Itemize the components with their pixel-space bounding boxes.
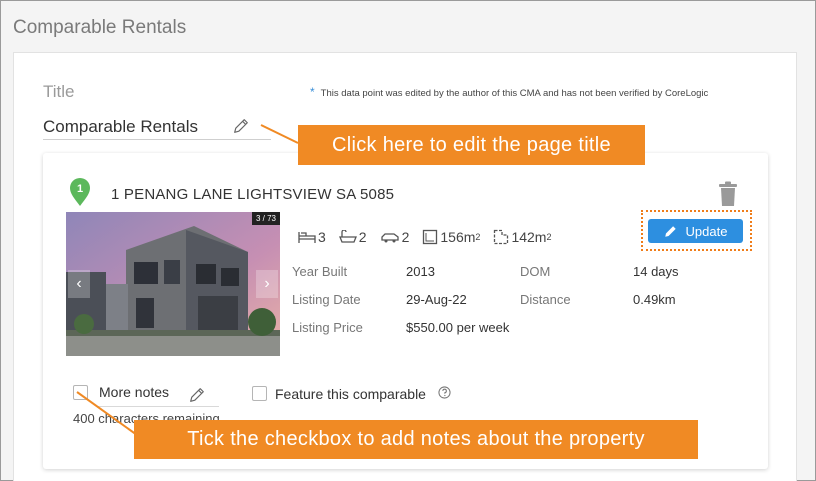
pencil-icon[interactable] [188, 386, 206, 404]
listing-price-value: $550.00 per week [406, 320, 510, 335]
baths-feature: 2 [338, 229, 367, 245]
dom-value: 14 days [633, 264, 679, 279]
more-notes-label[interactable]: More notes [99, 384, 169, 400]
page-title-input[interactable]: Comparable Rentals [43, 116, 271, 140]
pin-number: 1 [77, 183, 83, 195]
listing-price-label: Listing Price [292, 320, 363, 335]
listing-date-label: Listing Date [292, 292, 361, 307]
pencil-icon[interactable] [232, 117, 250, 135]
land-size-icon [423, 229, 438, 245]
distance-value: 0.49km [633, 292, 676, 307]
pencil-icon [664, 225, 676, 237]
notes-field-underline [98, 406, 219, 407]
floor-size-unit-superscript: 2 [546, 232, 552, 242]
property-photo[interactable]: 3 / 73 ‹ › [66, 212, 280, 356]
page-title-value: Comparable Rentals [43, 117, 198, 136]
property-address: 1 PENANG LANE LIGHTSVIEW SA 5085 [111, 186, 395, 203]
update-button-label: Update [685, 223, 728, 239]
year-built-value: 2013 [406, 264, 435, 279]
beds-count: 3 [318, 229, 326, 245]
map-pin-icon: 1 [70, 178, 90, 206]
land-size-unit-superscript: 2 [475, 232, 481, 242]
photo-counter: 3 / 73 [251, 212, 280, 225]
trash-icon[interactable] [717, 181, 739, 207]
feature-comparable-label[interactable]: Feature this comparable [275, 386, 426, 402]
help-icon[interactable] [438, 386, 451, 399]
beds-feature: 3 [298, 229, 326, 245]
update-button[interactable]: Update [648, 219, 743, 243]
land-size-value: 156m [440, 229, 476, 245]
chevron-right-icon[interactable]: › [256, 270, 278, 298]
year-built-label: Year Built [292, 264, 348, 279]
bath-icon [338, 230, 357, 243]
cars-feature: 2 [380, 229, 410, 245]
floor-size-icon [494, 229, 509, 245]
bed-icon [298, 232, 316, 243]
baths-count: 2 [358, 229, 367, 245]
feature-comparable-checkbox[interactable] [252, 386, 267, 401]
title-field-label: Title [43, 82, 75, 101]
edited-disclaimer: * This data point was edited by the autho… [310, 85, 708, 99]
floor-size-value: 142m [511, 229, 547, 245]
dom-label: DOM [520, 264, 551, 279]
car-icon [380, 233, 399, 243]
chevron-left-icon[interactable]: ‹ [68, 270, 90, 298]
section-title: Comparable Rentals [13, 17, 187, 38]
cars-count: 2 [401, 229, 410, 245]
listing-date-value: 29-Aug-22 [406, 292, 467, 307]
tick-checkbox-callout: Tick the checkbox to add notes about the… [134, 420, 698, 459]
distance-label: Distance [520, 292, 571, 307]
house-photo-image [66, 212, 280, 356]
property-features: 3 2 2 156m 2 142m 2 [298, 226, 564, 248]
land-size-feature: 156m 2 [422, 229, 480, 245]
disclaimer-text: This data point was edited by the author… [320, 88, 709, 99]
edit-title-callout: Click here to edit the page title [298, 125, 645, 165]
edited-star-marker: * [310, 85, 315, 99]
floor-size-feature: 142m 2 [493, 229, 551, 245]
more-notes-checkbox[interactable] [73, 385, 88, 400]
